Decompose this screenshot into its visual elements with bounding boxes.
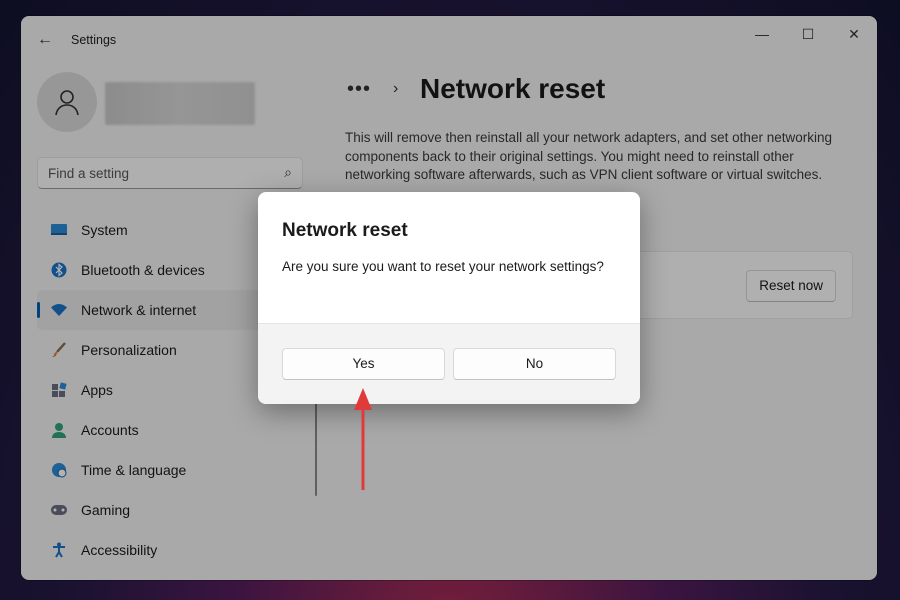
dialog-footer: Yes No <box>258 323 640 404</box>
dialog-title: Network reset <box>282 220 408 241</box>
dialog-message: Are you sure you want to reset your netw… <box>282 259 604 274</box>
confirm-dialog: Network reset Are you sure you want to r… <box>258 192 640 404</box>
no-button[interactable]: No <box>453 348 616 380</box>
yes-button[interactable]: Yes <box>282 348 445 380</box>
annotation-arrow-icon <box>354 388 372 490</box>
